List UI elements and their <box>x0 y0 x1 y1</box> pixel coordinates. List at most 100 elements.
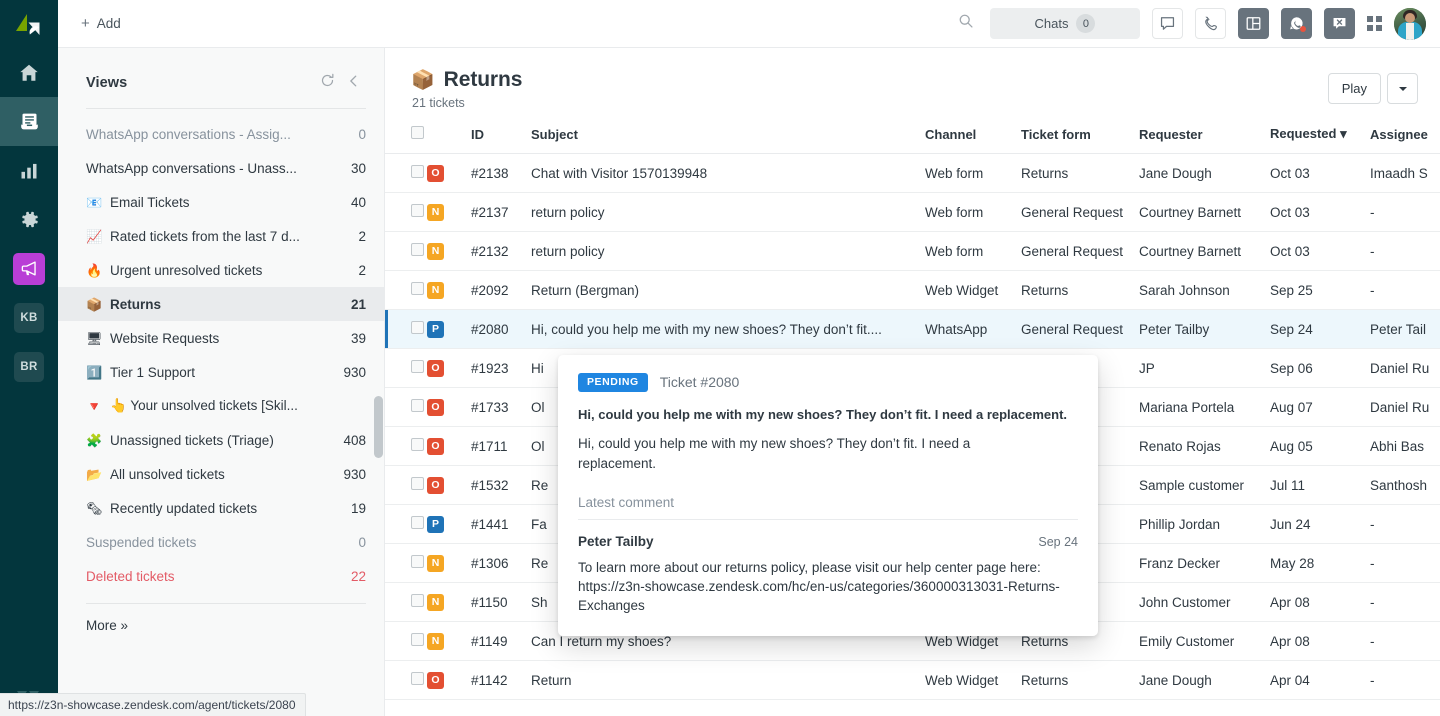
requester-cell: Renato Rojas <box>1139 426 1270 466</box>
rail-item-brand[interactable]: BR <box>0 342 58 391</box>
subject-cell: Chat with Visitor 1570139948 <box>531 153 925 193</box>
sidebar-item-label: Returns <box>110 296 162 312</box>
row-checkbox[interactable] <box>411 282 424 295</box>
refresh-icon[interactable] <box>314 70 341 96</box>
views-scrollbar[interactable] <box>374 48 383 716</box>
chevron-left-icon[interactable] <box>341 71 366 96</box>
status-header[interactable] <box>427 126 471 154</box>
rail-item-admin[interactable] <box>0 195 58 244</box>
select-all-checkbox[interactable] <box>411 126 424 139</box>
row-checkbox[interactable] <box>411 399 424 412</box>
message-icon-button[interactable] <box>1152 8 1183 39</box>
rail-item-knowledge-base[interactable]: KB <box>0 293 58 342</box>
table-row[interactable]: N #2092 Return (Bergman) Web Widget Returns S… <box>385 270 1440 310</box>
row-checkbox[interactable] <box>411 594 424 607</box>
ticket-id-cell-text: #2080 <box>471 321 509 337</box>
row-checkbox[interactable] <box>411 243 424 256</box>
ticket-id-cell: #2132 <box>471 231 531 271</box>
table-row[interactable]: N #2137 return policy Web form General Reque… <box>385 192 1440 232</box>
requested-cell-text: Oct 03 <box>1270 165 1310 181</box>
table-row[interactable]: P #2080 Hi, could you help me with my new … <box>385 309 1440 349</box>
row-checkbox[interactable] <box>411 321 424 334</box>
sidebar-item-urgent-unresolved[interactable]: 🔥 Urgent unresolved tickets 2 <box>58 253 384 287</box>
requester-cell-text: Phillip Jordan <box>1139 516 1221 532</box>
sidebar-item-your-unsolved-tickets[interactable]: 🔻 👆 Your unsolved tickets [Skil... <box>58 389 384 423</box>
rail-item-home[interactable] <box>0 48 58 97</box>
ticket-form-cell: Returns <box>1021 153 1139 193</box>
rail-item-announcements[interactable] <box>0 244 58 293</box>
row-checkbox[interactable] <box>411 204 424 217</box>
row-checkbox[interactable] <box>411 672 424 685</box>
user-avatar[interactable] <box>1394 7 1426 40</box>
status-cell: O <box>427 387 471 427</box>
views-title: Views <box>86 75 128 91</box>
requested-cell: Aug 05 <box>1270 426 1370 466</box>
sidebar-item-recently-updated[interactable]: 🗞 Recently updated tickets 19 <box>58 491 384 525</box>
sidebar-item-whatsapp-unassigned[interactable]: WhatsApp conversations - Unass... 30 <box>58 151 384 185</box>
apps-grid-icon[interactable] <box>1367 16 1382 31</box>
close-bubble-icon-button[interactable] <box>1324 8 1355 39</box>
ticket-id-cell: #1733 <box>471 387 531 427</box>
dashboard-panel-icon-button[interactable] <box>1238 8 1269 39</box>
ticket-form-header[interactable]: Ticket form <box>1021 126 1139 154</box>
sidebar-item-whatsapp-assigned[interactable]: WhatsApp conversations - Assig... 0 <box>58 117 384 151</box>
play-options-button[interactable] <box>1387 73 1418 104</box>
sidebar-item-rated-tickets[interactable]: 📈 Rated tickets from the last 7 d... 2 <box>58 219 384 253</box>
sidebar-item-returns[interactable]: 📦 Returns 21 <box>58 287 384 321</box>
status-badge: PENDING <box>578 373 648 392</box>
sidebar-item-label: Website Requests <box>110 330 220 346</box>
row-checkbox[interactable] <box>411 633 424 646</box>
assignee-header[interactable]: Assignee <box>1370 126 1440 154</box>
ticket-id-cell: #1142 <box>471 660 531 700</box>
sidebar-item-label: Unassigned tickets (Triage) <box>110 432 274 448</box>
ticket-list-panel: 📦 Returns 21 tickets Play ID Subject Cha… <box>385 48 1440 716</box>
row-checkbox[interactable] <box>411 516 424 529</box>
sidebar-item-suspended-tickets[interactable]: Suspended tickets 0 <box>58 525 384 559</box>
requested-cell: Apr 04 <box>1270 660 1370 700</box>
row-checkbox[interactable] <box>411 360 424 373</box>
sidebar-item-deleted-tickets[interactable]: Deleted tickets 22 <box>58 559 384 593</box>
row-checkbox[interactable] <box>411 555 424 568</box>
ticket-id-cell-text: #2092 <box>471 282 509 298</box>
channel-header[interactable]: Channel <box>925 126 1021 154</box>
requester-cell-text: Courtney Barnett <box>1139 243 1242 259</box>
sidebar-item-website-requests[interactable]: 🖥 Website Requests 39 <box>58 321 384 355</box>
assignee-cell-text: Daniel Ru <box>1370 360 1430 376</box>
subject-cell-text: Return <box>531 672 572 688</box>
rail-item-reporting[interactable] <box>0 146 58 195</box>
phone-icon-button[interactable] <box>1195 8 1226 39</box>
requested-header[interactable]: Requested ▾ <box>1270 126 1370 154</box>
play-button[interactable]: Play <box>1327 73 1381 104</box>
zendesk-logo[interactable] <box>0 0 58 48</box>
assignee-cell-text: - <box>1370 204 1375 220</box>
phone-bubble-icon-button[interactable] <box>1281 8 1312 39</box>
ticket-form-cell-text: Returns <box>1021 165 1069 181</box>
search-icon[interactable] <box>954 9 978 38</box>
table-row[interactable]: O #2138 Chat with Visitor 1570139948 Web fo… <box>385 153 1440 193</box>
add-button-label: Add <box>96 16 121 31</box>
subject-header[interactable]: Subject <box>531 126 925 154</box>
rail-item-tickets[interactable] <box>0 97 58 146</box>
ticket-form-cell-text: Returns <box>1021 672 1069 688</box>
status-badge-new: N <box>427 632 444 650</box>
ticket-id-cell-text: #1149 <box>471 633 508 649</box>
requester-cell-text: Jane Dough <box>1139 672 1212 688</box>
views-sidebar: Views WhatsApp conversations - Assig... … <box>58 48 385 716</box>
sidebar-item-all-unsolved-tickets[interactable]: 📂 All unsolved tickets 930 <box>58 457 384 491</box>
sidebar-item-unassigned-triage[interactable]: 🧩 Unassigned tickets (Triage) 408 <box>58 423 384 457</box>
views-scrollbar-thumb[interactable] <box>374 396 383 458</box>
topbar-actions: Chats 0 <box>954 7 1426 40</box>
sidebar-item-email-tickets[interactable]: 📧 Email Tickets 40 <box>58 185 384 219</box>
sidebar-item-tier-1-support[interactable]: 1️⃣ Tier 1 Support 930 <box>58 355 384 389</box>
table-row[interactable]: O #1142 Return Web Widget Returns Jane Dough A… <box>385 660 1440 700</box>
id-header[interactable]: ID <box>471 126 531 154</box>
ticket-id-cell: #1441 <box>471 504 531 544</box>
row-checkbox[interactable] <box>411 438 424 451</box>
row-checkbox[interactable] <box>411 165 424 178</box>
add-button[interactable]: + Add <box>74 11 128 36</box>
table-row[interactable]: N #2132 return policy Web form General Reque… <box>385 231 1440 271</box>
row-checkbox[interactable] <box>411 477 424 490</box>
chats-button[interactable]: Chats 0 <box>990 8 1140 39</box>
requester-header[interactable]: Requester <box>1139 126 1270 154</box>
views-more-link[interactable]: More » <box>58 604 384 651</box>
